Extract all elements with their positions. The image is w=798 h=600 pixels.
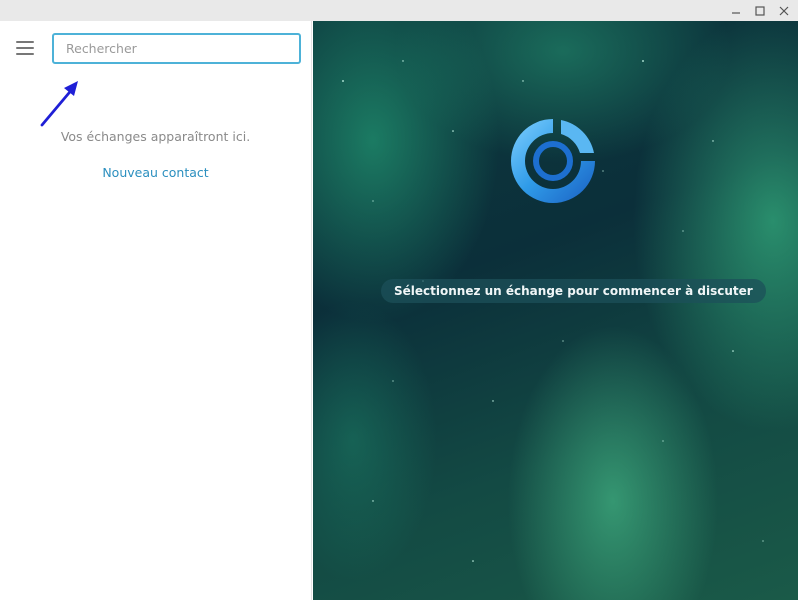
app-logo-ring-icon (511, 119, 595, 203)
new-contact-link[interactable]: Nouveau contact (0, 165, 311, 180)
hamburger-icon (16, 47, 34, 49)
chat-background-panel: Sélectionnez un échange pour commencer à… (313, 21, 798, 600)
stars-background (342, 60, 764, 562)
minimize-icon (732, 11, 740, 14)
maximize-icon (755, 5, 765, 16)
hamburger-icon (16, 53, 34, 55)
minimize-button[interactable] (724, 0, 748, 21)
search-box[interactable] (52, 33, 301, 64)
sidebar: Vos échanges apparaîtront ici. Nouveau c… (0, 21, 312, 600)
hamburger-icon (16, 41, 34, 43)
empty-chats-message: Vos échanges apparaîtront ici. (60, 129, 251, 144)
annotation-arrow-icon (40, 81, 78, 127)
menu-button[interactable] (12, 37, 38, 59)
close-button[interactable] (772, 0, 796, 21)
title-bar (0, 0, 798, 21)
search-input[interactable] (54, 35, 299, 62)
maximize-button[interactable] (748, 0, 772, 21)
select-chat-hint: Sélectionnez un échange pour commencer à… (381, 279, 766, 303)
close-icon (779, 6, 789, 15)
